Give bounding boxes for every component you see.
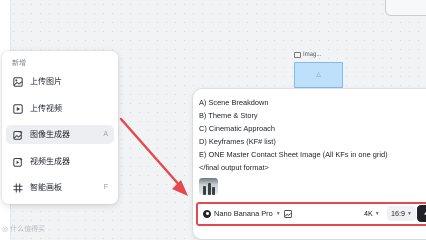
- shortcut-key: A: [103, 131, 108, 138]
- image-icon: [294, 52, 301, 58]
- generate-button[interactable]: [417, 205, 426, 222]
- chevron-down-icon: ▼: [275, 210, 281, 217]
- prompt-line[interactable]: A) Scene Breakdown: [199, 98, 268, 107]
- menu-item-image-generator[interactable]: 图像生成器 A: [6, 125, 114, 144]
- menu-header: 新增: [12, 60, 26, 67]
- menu-item-upload-video[interactable]: 上传视频: [6, 99, 114, 118]
- video-generator-icon: [12, 156, 24, 168]
- video-icon: [12, 103, 24, 115]
- image-icon: [12, 76, 24, 88]
- watermark: ◎ 什么值得买: [2, 224, 45, 234]
- generation-toolbar: Nano Banana Pro ▼ 4K ▼ 16:9 ▼: [196, 202, 426, 226]
- expand-icon: △: [316, 72, 321, 78]
- model-selector[interactable]: Nano Banana Pro ▼: [203, 209, 281, 218]
- menu-item-label: 图像生成器: [30, 130, 70, 139]
- menu-item-smart-board[interactable]: 智能画板 F: [6, 178, 114, 197]
- lightning-icon: [423, 210, 426, 219]
- menu-item-upload-image[interactable]: 上传图片: [6, 72, 114, 91]
- prompt-panel[interactable]: A) Scene Breakdown B) Theme & Story C) C…: [193, 89, 426, 239]
- watermark-logo-icon: ◎: [2, 226, 9, 233]
- image-node-title: Imag...: [294, 52, 321, 58]
- reference-image-thumbnail[interactable]: [199, 178, 218, 195]
- watermark-text: 什么值得买: [10, 226, 46, 233]
- resolution-value: 4K: [364, 209, 373, 218]
- canvas-frame-corner[interactable]: [385, 0, 426, 16]
- model-logo-icon: [203, 209, 211, 218]
- picture-icon: [283, 209, 292, 218]
- prompt-line[interactable]: C) Cinematic Approach: [199, 124, 275, 133]
- grid-icon: [12, 182, 24, 194]
- aspect-ratio-selector[interactable]: 16:9 ▼: [387, 206, 416, 221]
- menu-item-label: 上传图片: [30, 77, 62, 86]
- model-name: Nano Banana Pro: [214, 209, 273, 218]
- prompt-line[interactable]: D) Keyframes (KF# list): [199, 137, 276, 146]
- menu-item-video-generator[interactable]: 视频生成器: [6, 152, 114, 171]
- aspect-ratio-value: 16:9: [391, 209, 405, 218]
- menu-item-label: 智能画板: [30, 183, 62, 192]
- image-node[interactable]: △: [294, 62, 343, 88]
- add-menu: 新增 上传图片 上传视频 图像生成器 A 视频生成器 智能画板 F: [2, 51, 118, 204]
- prompt-line[interactable]: </final output format>: [199, 163, 269, 172]
- chevron-down-icon: ▼: [374, 210, 380, 217]
- image-node-label: Imag...: [303, 52, 322, 58]
- image-generator-icon: [12, 129, 24, 141]
- shortcut-key: F: [103, 184, 108, 191]
- prompt-line[interactable]: E) ONE Master Contact Sheet Image (All K…: [199, 150, 388, 159]
- resolution-selector[interactable]: 4K ▼: [364, 209, 380, 218]
- image-settings-button[interactable]: [283, 209, 292, 218]
- prompt-line[interactable]: B) Theme & Story: [199, 111, 258, 120]
- chevron-down-icon: ▼: [407, 210, 412, 217]
- menu-item-label: 上传视频: [30, 104, 62, 113]
- menu-item-label: 视频生成器: [30, 157, 70, 166]
